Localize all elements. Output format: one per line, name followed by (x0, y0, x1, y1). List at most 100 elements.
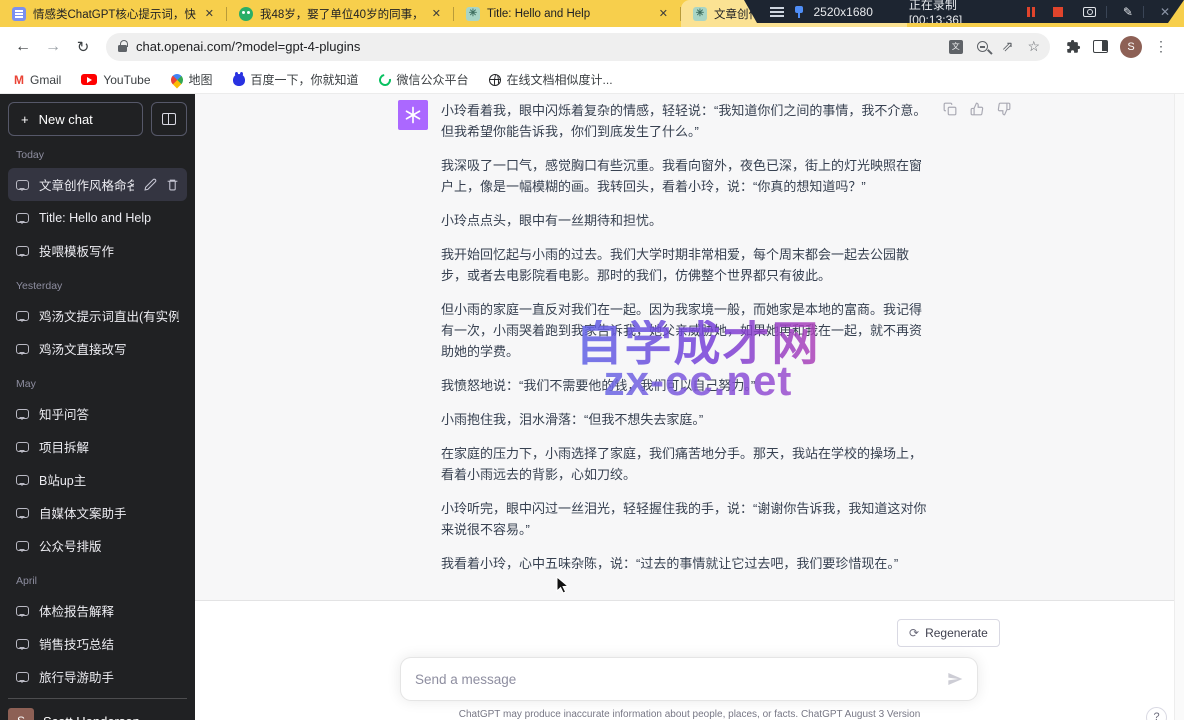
sidebar-item[interactable]: 项目拆解 (8, 430, 187, 463)
pause-icon[interactable] (1027, 7, 1035, 17)
bookmark-star-icon[interactable]: ☆ (1027, 38, 1040, 55)
stop-icon[interactable] (1053, 7, 1063, 17)
browser-tab-2[interactable]: 我48岁，娶了单位40岁的同事， ✕ (227, 0, 453, 27)
delete-trash-icon[interactable] (166, 178, 179, 191)
forward-button[interactable]: → (40, 38, 66, 56)
sidebar-collapse-icon (162, 113, 176, 125)
sidebar-item[interactable]: Title: Hello and Help (8, 201, 187, 234)
bookmark-maps[interactable]: 地图 (171, 71, 213, 88)
chat-sidebar: + New chat Today 文章创作风格命名：风 Title: Hello… (0, 94, 195, 720)
new-chat-button[interactable]: + New chat (8, 102, 143, 136)
message-text: 小玲看着我，眼中闪烁着复杂的情感，轻轻说：“我知道你们之间的事情，我不介意。但我… (441, 100, 933, 587)
maps-pin-icon (168, 71, 185, 88)
message-input[interactable] (415, 672, 947, 687)
gmail-icon: M (14, 73, 24, 87)
more-options-icon[interactable]: ... (174, 714, 187, 720)
sidebar-item[interactable]: 鸡汤文提示词直出(有实例) (8, 299, 187, 332)
sidebar-item[interactable]: 体检报告解释 (8, 594, 187, 627)
user-avatar: S (8, 708, 34, 720)
copy-icon[interactable] (943, 102, 957, 116)
paragraph: 在家庭的压力下，小雨选择了家庭，我们痛苦地分手。那天，我站在学校的操场上，看着小… (441, 443, 933, 485)
message-input-box[interactable] (400, 657, 978, 701)
profile-avatar[interactable]: S (1120, 36, 1142, 58)
chat-bubble-icon (16, 344, 29, 354)
reload-button[interactable]: ↻ (70, 38, 96, 56)
disclaimer-text: ChatGPT may produce inaccurate informati… (195, 709, 1184, 720)
browser-tab-1[interactable]: 情感类ChatGPT核心提示词，快 ✕ (0, 0, 226, 27)
chat-bubble-icon (16, 606, 29, 616)
chat-bubble-icon (16, 180, 29, 190)
openai-logo-icon (403, 105, 423, 125)
mouse-cursor (556, 576, 571, 594)
bookmark-gmail[interactable]: MGmail (14, 73, 61, 87)
scrollbar[interactable] (1174, 94, 1184, 720)
share-icon[interactable]: ⇗ (1002, 38, 1014, 55)
sidebar-item[interactable]: 销售技巧总结 (8, 627, 187, 660)
sidebar-item[interactable]: 投喂模板写作 (8, 234, 187, 267)
assistant-message: 小玲看着我，眼中闪烁着复杂的情感，轻轻说：“我知道你们之间的事情，我不介意。但我… (195, 94, 1184, 601)
menu-icon[interactable] (770, 7, 784, 17)
browser-toolbar: ← → ↻ chat.openai.com/?model=gpt-4-plugi… (0, 27, 1184, 66)
sidebar-item[interactable]: B站up主 (8, 463, 187, 496)
send-icon[interactable] (947, 671, 963, 687)
side-panel-icon[interactable] (1093, 40, 1108, 53)
bookmark-wechat-platform[interactable]: 微信公众平台 (379, 71, 469, 88)
collapse-sidebar-button[interactable] (151, 102, 187, 136)
baidu-paw-icon (233, 74, 245, 86)
tab-title: 情感类ChatGPT核心提示词，快 (33, 6, 196, 22)
separator (1143, 6, 1144, 18)
thumbs-down-icon[interactable] (997, 102, 1011, 116)
chat-bubble-icon (16, 311, 29, 321)
sidebar-item[interactable]: 旅行导游助手 (8, 660, 187, 693)
paragraph: 但小雨的家庭一直反对我们在一起。因为我家境一般，而她家是本地的富商。我记得有一次… (441, 299, 933, 362)
wechat-icon (239, 7, 253, 21)
sidebar-item[interactable]: 自媒体文案助手 (8, 496, 187, 529)
extensions-puzzle-icon[interactable] (1066, 39, 1081, 54)
pencil-icon[interactable]: ✎ (1123, 5, 1133, 19)
browser-menu-icon[interactable]: ⋮ (1154, 38, 1168, 55)
paragraph: 小雨抱住我，泪水滑落：“但我不想失去家庭。” (441, 409, 933, 430)
globe-icon (489, 74, 501, 86)
bookmark-youtube[interactable]: YouTube (81, 73, 150, 87)
sidebar-item[interactable]: 公众号排版 (8, 529, 187, 562)
edit-pencil-icon[interactable] (144, 178, 157, 191)
chat-bubble-icon (16, 409, 29, 419)
url-text[interactable]: chat.openai.com/?model=gpt-4-plugins (136, 39, 949, 54)
translate-icon[interactable]: 文 (949, 40, 963, 54)
paragraph: 我愤怒地说：“我们不需要他的钱，我们可以自己努力。” (441, 375, 933, 396)
close-icon[interactable]: ✕ (1160, 5, 1170, 19)
tab-title: 我48岁，娶了单位40岁的同事， (260, 6, 423, 22)
sidebar-item[interactable]: 鸡汤文直接改写 (8, 332, 187, 365)
chat-bubble-icon (16, 475, 29, 485)
zoom-out-icon[interactable] (977, 41, 988, 52)
bookmark-baidu[interactable]: 百度一下，你就知道 (233, 71, 359, 88)
paragraph: 小玲点点头，眼中有一丝期待和担忧。 (441, 210, 933, 231)
chat-main: 小玲看着我，眼中闪烁着复杂的情感，轻轻说：“我知道你们之间的事情，我不介意。但我… (195, 94, 1184, 720)
camera-icon[interactable] (1083, 7, 1096, 17)
lock-icon[interactable] (118, 45, 127, 52)
chatgpt-icon (693, 7, 707, 21)
bookmarks-bar: MGmail YouTube 地图 百度一下，你就知道 微信公众平台 在线文档相… (0, 66, 1184, 94)
back-button[interactable]: ← (10, 38, 36, 56)
sidebar-item-selected[interactable]: 文章创作风格命名：风 (8, 168, 187, 201)
regenerate-button[interactable]: ⟳ Regenerate (897, 619, 1000, 647)
close-icon[interactable]: ✕ (203, 7, 216, 20)
section-label-yesterday: Yesterday (8, 267, 187, 299)
separator (1106, 6, 1107, 18)
pin-icon[interactable] (794, 5, 804, 19)
sidebar-item[interactable]: 知乎问答 (8, 397, 187, 430)
screen-recorder-toolbar: 2520x1680 正在录制 [00:13:36] ✎ ✕ (744, 0, 1184, 23)
chat-bubble-icon (16, 639, 29, 649)
user-menu[interactable]: S Scott Henderson ... (8, 698, 187, 720)
close-icon[interactable]: ✕ (430, 7, 443, 20)
bookmark-doc-similarity[interactable]: 在线文档相似度计... (489, 71, 613, 88)
address-bar[interactable]: chat.openai.com/?model=gpt-4-plugins 文 ⇗… (106, 33, 1050, 61)
close-icon[interactable]: ✕ (657, 7, 670, 20)
browser-tab-3[interactable]: Title: Hello and Help ✕ (454, 0, 680, 27)
chat-bubble-icon (16, 541, 29, 551)
composer-area: ⟳ Regenerate ChatGPT may produce inaccur… (195, 601, 1184, 720)
chat-bubble-icon (16, 672, 29, 682)
chatgpt-icon (466, 7, 480, 21)
tab-title: Title: Hello and Help (487, 8, 650, 20)
thumbs-up-icon[interactable] (970, 102, 984, 116)
